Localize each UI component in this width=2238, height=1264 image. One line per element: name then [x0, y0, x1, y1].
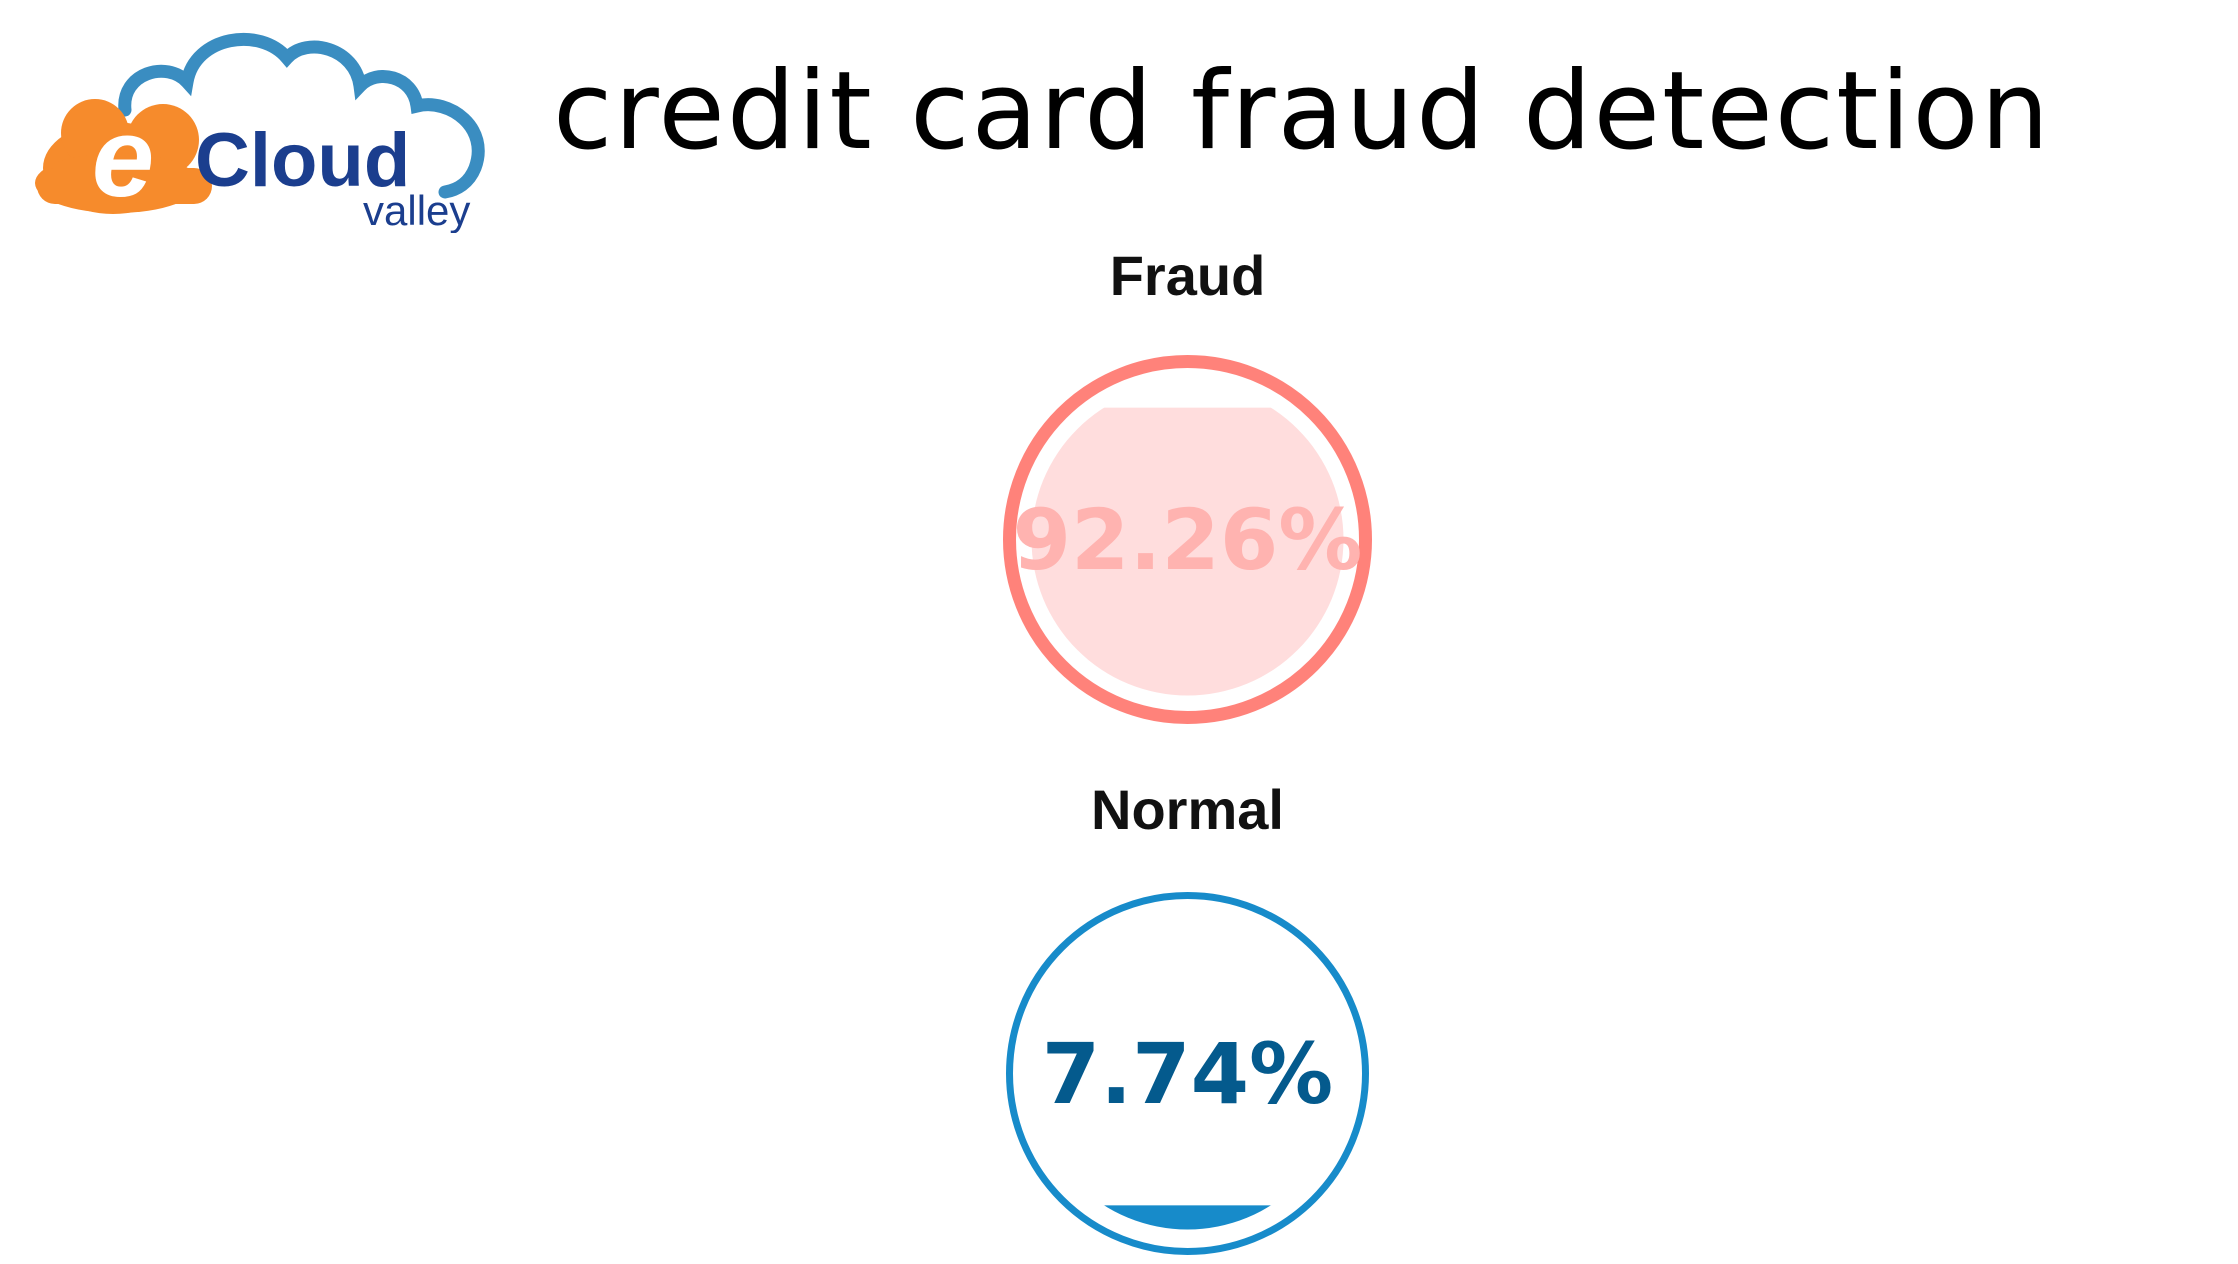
- logo-e-letter: e: [92, 95, 154, 220]
- fraud-gauge: 92.26%: [1003, 355, 1372, 724]
- normal-gauge-fill: [1031, 1205, 1344, 1230]
- fraud-gauge-label: Fraud: [1109, 244, 1266, 307]
- logo-tagline: valley: [363, 187, 470, 233]
- fraud-gauge-value: 92.26%: [1013, 491, 1363, 589]
- ecloudvalley-logo: e Cloud valley: [35, 32, 485, 233]
- normal-gauge-value: 7.74%: [1042, 1025, 1333, 1123]
- normal-gauge-label: Normal: [1091, 778, 1284, 841]
- normal-gauge: 7.74%: [1006, 892, 1369, 1255]
- page-title: credit card fraud detection: [553, 49, 2052, 174]
